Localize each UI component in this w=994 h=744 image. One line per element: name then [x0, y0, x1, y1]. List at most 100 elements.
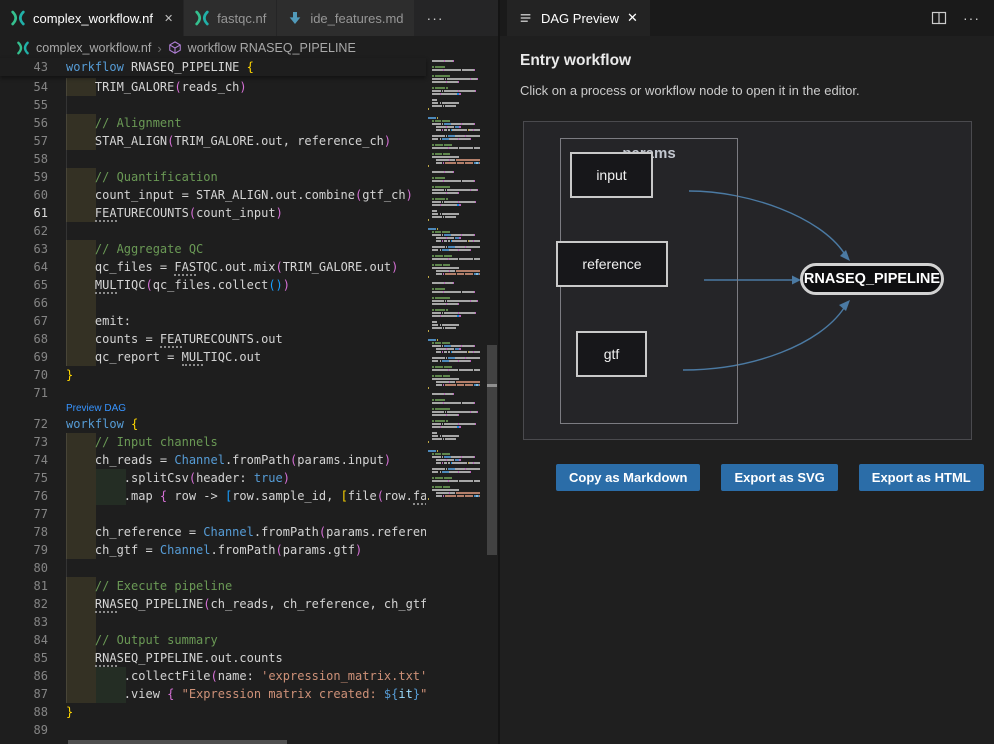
code-line[interactable]: 81 // Execute pipeline	[0, 577, 426, 595]
tab-label: complex_workflow.nf	[33, 11, 153, 26]
code-line[interactable]: 71	[0, 384, 426, 402]
code-line[interactable]: 83	[0, 613, 426, 631]
code-lines: 54 TRIM_GALORE(reads_ch)5556 // Alignmen…	[0, 78, 426, 739]
line-number: 88	[0, 703, 48, 721]
line-number: 84	[0, 631, 48, 649]
code-line[interactable]: 67 emit:	[0, 312, 426, 330]
code-line[interactable]: 82 RNASEQ_PIPELINE(ch_reads, ch_referenc…	[0, 595, 426, 613]
editor-tabbar: complex_workflow.nf ✕ fastqc.nf ide_feat…	[0, 0, 498, 36]
line-number: 82	[0, 595, 48, 613]
close-icon[interactable]: ✕	[627, 10, 638, 26]
panel-actions: ···	[931, 0, 994, 36]
sticky-scroll-line[interactable]: 43workflow RNASEQ_PIPELINE {	[0, 58, 426, 76]
code-line[interactable]: 58	[0, 150, 426, 168]
dag-node-gtf[interactable]: gtf	[576, 331, 647, 377]
dag-preview-panel: DAG Preview ✕ ··· Entry workflow Click o…	[500, 0, 994, 744]
export-as-svg-button[interactable]: Export as SVG	[721, 464, 837, 491]
line-number: 85	[0, 649, 48, 667]
code-line[interactable]: 70}	[0, 366, 426, 384]
tab-ide-features[interactable]: ide_features.md	[277, 0, 414, 36]
close-icon[interactable]: ✕	[164, 12, 173, 25]
line-number: 68	[0, 330, 48, 348]
code-line[interactable]: 89	[0, 721, 426, 739]
line-number: 80	[0, 559, 48, 577]
breadcrumb-file[interactable]: complex_workflow.nf	[36, 41, 151, 55]
vertical-scrollbar[interactable]	[487, 345, 497, 555]
markdown-icon	[287, 10, 303, 26]
code-line[interactable]: 62	[0, 222, 426, 240]
dag-node-rnaseq-pipeline[interactable]: RNASEQ_PIPELINE	[800, 263, 944, 295]
code-line[interactable]: 79 ch_gtf = Channel.fromPath(params.gtf)	[0, 541, 426, 559]
code-line[interactable]: 87 .view { "Expression matrix created: $…	[0, 685, 426, 703]
code-line[interactable]: 60 count_input = STAR_ALIGN.out.combine(…	[0, 186, 426, 204]
line-number: 77	[0, 505, 48, 523]
tab-fastqc[interactable]: fastqc.nf	[184, 0, 277, 36]
code-line[interactable]: 68 counts = FEATURECOUNTS.out	[0, 330, 426, 348]
panel-content: Entry workflow Click on a process or wor…	[500, 36, 994, 744]
code-line[interactable]: 84 // Output summary	[0, 631, 426, 649]
code-editor[interactable]: 43workflow RNASEQ_PIPELINE { 54 TRIM_GAL…	[0, 60, 498, 744]
preview-list-icon	[519, 11, 533, 25]
code-line[interactable]: 54 TRIM_GALORE(reads_ch)	[0, 78, 426, 96]
code-line[interactable]: 85 RNASEQ_PIPELINE.out.counts	[0, 649, 426, 667]
code-line[interactable]: 55	[0, 96, 426, 114]
line-number: 74	[0, 451, 48, 469]
panel-tab-label: DAG Preview	[541, 11, 619, 26]
more-actions-icon[interactable]: ···	[963, 10, 980, 26]
line-number: 55	[0, 96, 48, 114]
split-editor-icon[interactable]	[931, 10, 947, 26]
line-number: 87	[0, 685, 48, 703]
workbench: complex_workflow.nf ✕ fastqc.nf ide_feat…	[0, 0, 994, 744]
code-line[interactable]: 74 ch_reads = Channel.fromPath(params.in…	[0, 451, 426, 469]
code-line[interactable]: 88}	[0, 703, 426, 721]
line-number: 64	[0, 258, 48, 276]
horizontal-scrollbar[interactable]	[68, 740, 287, 744]
code-line[interactable]: 63 // Aggregate QC	[0, 240, 426, 258]
minimap[interactable]	[428, 60, 487, 744]
nextflow-icon	[16, 41, 30, 55]
dag-node-input[interactable]: input	[570, 152, 653, 198]
line-number: 69	[0, 348, 48, 366]
sticky-code-line: 43workflow RNASEQ_PIPELINE {	[0, 58, 426, 76]
line-number: 57	[0, 132, 48, 150]
line-number: 67	[0, 312, 48, 330]
line-number: 89	[0, 721, 48, 739]
copy-as-markdown-button[interactable]: Copy as Markdown	[556, 464, 700, 491]
code-line[interactable]: 73 // Input channels	[0, 433, 426, 451]
dag-node-reference[interactable]: reference	[556, 241, 668, 287]
code-line[interactable]: 77	[0, 505, 426, 523]
tab-label: fastqc.nf	[217, 11, 266, 26]
workflow-symbol-icon	[168, 41, 182, 55]
tab-complex-workflow[interactable]: complex_workflow.nf ✕	[0, 0, 184, 36]
code-line[interactable]: 61 FEATURECOUNTS(count_input)	[0, 204, 426, 222]
code-line[interactable]: 59 // Quantification	[0, 168, 426, 186]
panel-description: Click on a process or workflow node to o…	[520, 83, 994, 98]
line-number: 58	[0, 150, 48, 168]
tab-overflow-button[interactable]: ···	[415, 0, 456, 36]
code-line[interactable]: 78 ch_reference = Channel.fromPath(param…	[0, 523, 426, 541]
codelens-preview-dag-link[interactable]: Preview DAG	[66, 403, 126, 414]
line-number: 59	[0, 168, 48, 186]
code-line[interactable]: 57 STAR_ALIGN(TRIM_GALORE.out, reference…	[0, 132, 426, 150]
export-as-html-button[interactable]: Export as HTML	[859, 464, 984, 491]
panel-tabbar: DAG Preview ✕ ···	[500, 0, 994, 36]
code-line[interactable]: 80	[0, 559, 426, 577]
breadcrumb-symbol[interactable]: workflow RNASEQ_PIPELINE	[188, 41, 356, 55]
editor-pane: complex_workflow.nf ✕ fastqc.nf ide_feat…	[0, 0, 498, 744]
dag-diagram: params input reference gtf RNASEQ_PIPELI…	[523, 121, 972, 440]
line-number: 43	[0, 58, 48, 76]
code-line[interactable]: 76 .map { row -> [row.sample_id, [file(r…	[0, 487, 426, 505]
breadcrumb-separator: ›	[157, 41, 161, 56]
code-line[interactable]: 65 MULTIQC(qc_files.collect())	[0, 276, 426, 294]
code-line[interactable]: 66	[0, 294, 426, 312]
code-line[interactable]: 56 // Alignment	[0, 114, 426, 132]
code-line[interactable]: 43workflow RNASEQ_PIPELINE {	[0, 58, 426, 76]
code-line[interactable]: 75 .splitCsv(header: true)	[0, 469, 426, 487]
code-line[interactable]: 69 qc_report = MULTIQC.out	[0, 348, 426, 366]
code-line[interactable]: 72workflow {	[0, 415, 426, 433]
breadcrumb: complex_workflow.nf › workflow RNASEQ_PI…	[0, 36, 498, 60]
line-number: 70	[0, 366, 48, 384]
code-line[interactable]: 86 .collectFile(name: 'expression_matrix…	[0, 667, 426, 685]
tab-dag-preview[interactable]: DAG Preview ✕	[507, 0, 650, 36]
code-line[interactable]: 64 qc_files = FASTQC.out.mix(TRIM_GALORE…	[0, 258, 426, 276]
